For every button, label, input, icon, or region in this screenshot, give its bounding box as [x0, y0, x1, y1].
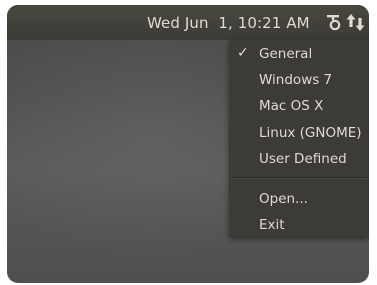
- menu-item-user-defined[interactable]: User Defined: [229, 147, 369, 171]
- menu-item-label: Linux (GNOME): [259, 125, 362, 141]
- desktop-frame: Wed Jun 1, 10:21 AM ✓ General Windows 7 …: [7, 5, 369, 283]
- menu-item-windows-7[interactable]: Windows 7: [229, 68, 369, 92]
- menu-item-label: Windows 7: [259, 72, 333, 88]
- network-updown-icon[interactable]: [346, 13, 368, 32]
- menu-item-general[interactable]: ✓ General: [229, 42, 369, 66]
- menu-item-label: Mac OS X: [259, 98, 324, 114]
- menu-item-label: Open...: [259, 191, 308, 207]
- menu-item-linux-gnome[interactable]: Linux (GNOME): [229, 121, 369, 145]
- menu-item-label: Exit: [259, 217, 285, 233]
- menu-item-mac-os-x[interactable]: Mac OS X: [229, 94, 369, 118]
- check-icon: ✓: [237, 45, 249, 61]
- menu-item-open[interactable]: Open...: [229, 187, 369, 211]
- menu-item-exit[interactable]: Exit: [229, 213, 369, 237]
- menu-item-label: General: [259, 46, 313, 62]
- menu-item-label: User Defined: [259, 151, 347, 167]
- top-panel: Wed Jun 1, 10:21 AM: [7, 5, 369, 40]
- clock[interactable]: Wed Jun 1, 10:21 AM: [147, 14, 310, 32]
- indicator-dropdown-menu: ✓ General Windows 7 Mac OS X Linux (GNOM…: [229, 40, 369, 237]
- keyboard-layout-icon[interactable]: [326, 14, 342, 31]
- menu-separator: [231, 177, 367, 179]
